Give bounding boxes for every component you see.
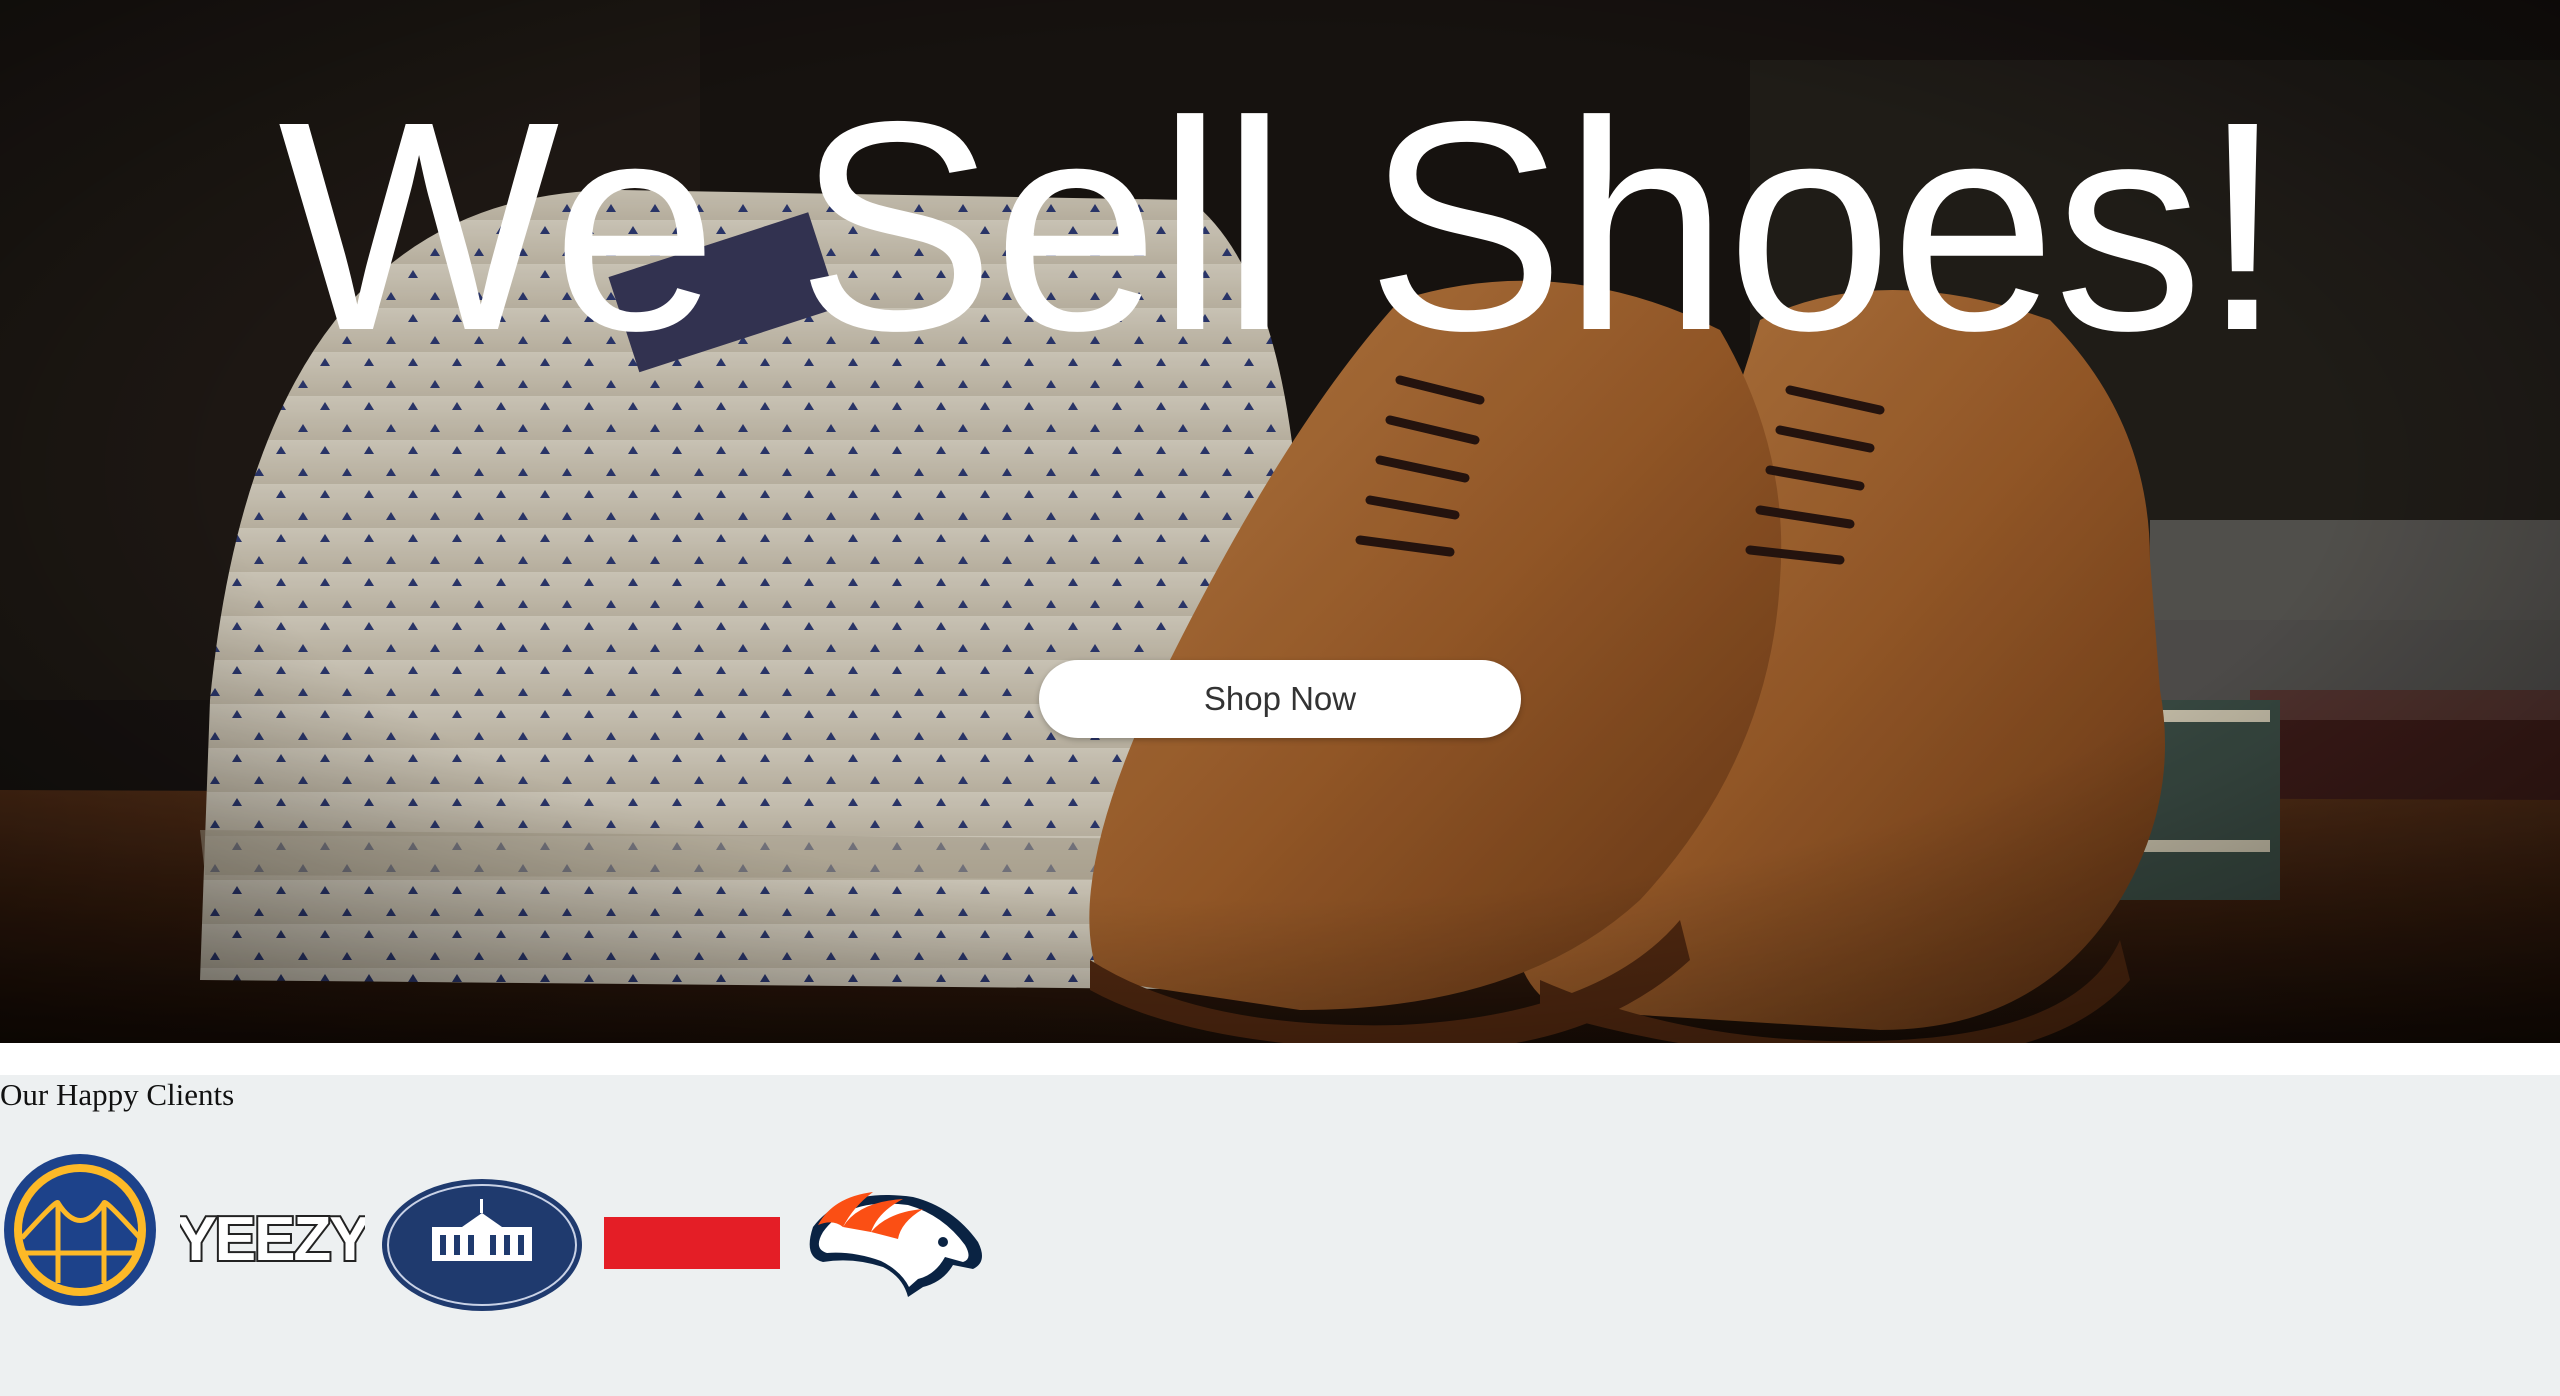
- hero-banner: We Sell Shoes! Shop Now: [0, 0, 2560, 1043]
- shop-now-button[interactable]: Shop Now: [1039, 660, 1521, 738]
- white-house-logo: [380, 1177, 585, 1313]
- hero-title: We Sell Shoes!: [278, 60, 2284, 393]
- broncos-logo: [803, 1187, 993, 1302]
- supreme-logo: [604, 1217, 780, 1269]
- warriors-logo: [0, 1143, 170, 1318]
- clients-section: Our Happy Clients YEEZY: [0, 1075, 2560, 1396]
- svg-text:YEEZY: YEEZY: [180, 1205, 365, 1274]
- yeezy-logo: YEEZY: [180, 1205, 365, 1275]
- clients-heading: Our Happy Clients: [0, 1077, 235, 1112]
